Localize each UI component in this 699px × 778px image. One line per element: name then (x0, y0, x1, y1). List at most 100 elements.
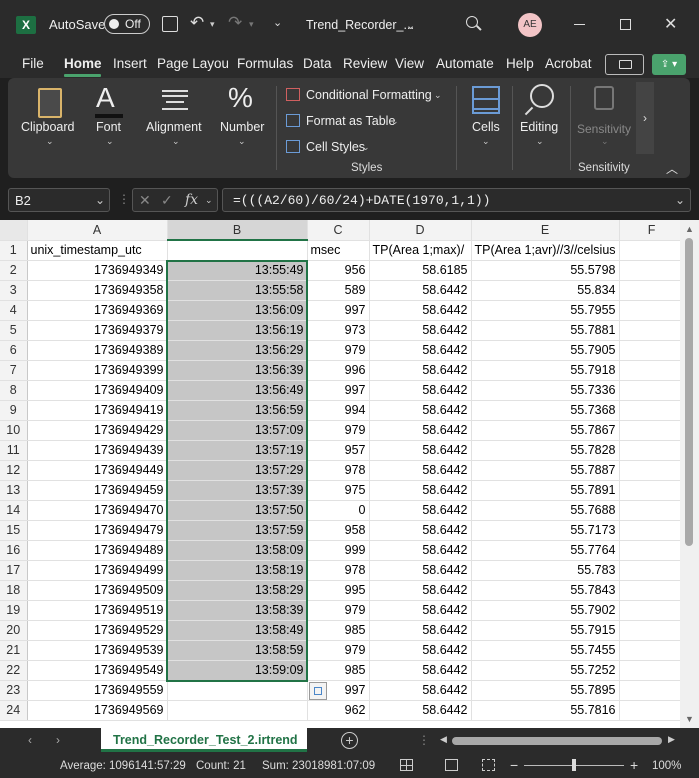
cell[interactable]: 13:57:39 (167, 480, 308, 501)
cell[interactable]: 55.7887 (471, 460, 620, 481)
row-header[interactable]: 23 (0, 680, 28, 701)
cell[interactable]: 1736949419 (27, 400, 168, 421)
cell[interactable]: 979 (307, 340, 370, 361)
number-group[interactable]: % Number ⌄ (214, 78, 270, 178)
new-sheet-icon[interactable]: + (341, 732, 358, 749)
alignment-group[interactable]: Alignment ⌄ (142, 78, 208, 178)
cell[interactable]: 1736949369 (27, 300, 168, 321)
close-icon[interactable]: ✕ (664, 14, 677, 34)
cell[interactable]: 58.6442 (369, 580, 472, 601)
cell[interactable]: 13:56:59 (167, 400, 308, 421)
scroll-down-icon[interactable]: ▼ (685, 714, 694, 724)
cell[interactable]: 1736949449 (27, 460, 168, 481)
autosave-toggle[interactable]: Off (104, 14, 150, 34)
row-header[interactable]: 6 (0, 340, 28, 361)
cell[interactable]: 1736949389 (27, 340, 168, 361)
vertical-scroll-thumb[interactable] (685, 238, 693, 546)
tab-help[interactable]: Help (506, 56, 534, 71)
cell[interactable]: 55.7891 (471, 480, 620, 501)
horizontal-scroll-thumb[interactable] (452, 737, 662, 745)
cell[interactable]: 13:56:29 (167, 340, 308, 361)
cell[interactable]: 13:56:39 (167, 360, 308, 381)
undo-dropdown-icon[interactable]: ▾ (210, 19, 215, 30)
cell[interactable]: 958 (307, 520, 370, 541)
avatar[interactable]: AE (518, 13, 542, 37)
cell[interactable] (619, 480, 685, 501)
cell[interactable]: 994 (307, 400, 370, 421)
cell[interactable]: 55.5798 (471, 260, 620, 281)
cell[interactable]: 979 (307, 600, 370, 621)
cell[interactable]: 13:58:59 (167, 640, 308, 661)
tab-formulas[interactable]: Formulas (237, 56, 293, 71)
cell[interactable] (619, 560, 685, 581)
zoom-out-icon[interactable]: − (510, 757, 518, 773)
cell[interactable]: 58.6442 (369, 640, 472, 661)
insert-function-icon[interactable]: fx (185, 192, 198, 208)
formula-input[interactable]: =(((A2/60)/60/24)+DATE(1970,1,1)) ⌄ (222, 188, 691, 212)
row-header[interactable]: 10 (0, 420, 28, 441)
row-header[interactable]: 19 (0, 600, 28, 621)
column-header-f[interactable]: F (619, 220, 685, 241)
cell[interactable] (619, 580, 685, 601)
cell[interactable]: 13:57:59 (167, 520, 308, 541)
cell[interactable]: 1736949479 (27, 520, 168, 541)
row-header[interactable]: 13 (0, 480, 28, 501)
cell[interactable]: 1736949349 (27, 260, 168, 281)
cell[interactable]: 58.6442 (369, 620, 472, 641)
prev-sheet-icon[interactable]: ‹ (28, 733, 32, 747)
row-header[interactable]: 22 (0, 660, 28, 681)
cell[interactable]: 1736949519 (27, 600, 168, 621)
cell[interactable]: 1736949439 (27, 440, 168, 461)
tab-page-layout[interactable]: Page Layout (157, 56, 228, 71)
cell[interactable]: 55.7955 (471, 300, 620, 321)
cell[interactable]: 55.7828 (471, 440, 620, 461)
cell[interactable]: 58.6442 (369, 420, 472, 441)
cell[interactable]: 1736949470 (27, 500, 168, 521)
cell[interactable]: 1736949559 (27, 680, 168, 701)
share-button[interactable]: ⇪ ▾ (652, 54, 686, 75)
normal-view-icon[interactable] (400, 759, 413, 771)
redo-icon[interactable]: ↷ (228, 13, 242, 33)
cell[interactable]: 58.6185 (369, 260, 472, 281)
cell[interactable]: 55.7688 (471, 500, 620, 521)
customize-qat-icon[interactable]: ⌄ (273, 16, 282, 29)
tab-acrobat[interactable]: Acrobat (545, 56, 592, 71)
tab-automate[interactable]: Automate (436, 56, 494, 71)
row-header[interactable]: 15 (0, 520, 28, 541)
row-header[interactable]: 18 (0, 580, 28, 601)
cell[interactable] (619, 320, 685, 341)
select-all-corner[interactable] (0, 220, 28, 241)
row-header[interactable]: 8 (0, 380, 28, 401)
cell[interactable]: 979 (307, 640, 370, 661)
row-header[interactable]: 3 (0, 280, 28, 301)
cell[interactable] (167, 240, 308, 261)
cell[interactable] (619, 420, 685, 441)
cell[interactable]: 58.6442 (369, 380, 472, 401)
cell[interactable]: 975 (307, 480, 370, 501)
row-header[interactable]: 14 (0, 500, 28, 521)
cell[interactable]: 55.7336 (471, 380, 620, 401)
cell[interactable] (619, 400, 685, 421)
cell[interactable]: 55.7368 (471, 400, 620, 421)
cell[interactable]: 13:57:50 (167, 500, 308, 521)
cell[interactable] (167, 680, 308, 701)
cell[interactable]: 58.6442 (369, 480, 472, 501)
cell[interactable]: 55.7173 (471, 520, 620, 541)
cell[interactable]: 957 (307, 440, 370, 461)
cell[interactable]: 1736949569 (27, 700, 168, 721)
cell[interactable]: 1736949529 (27, 620, 168, 641)
row-header[interactable]: 4 (0, 300, 28, 321)
cell[interactable]: 58.6442 (369, 500, 472, 521)
cell[interactable]: 997 (307, 300, 370, 321)
title-dropdown-icon[interactable]: ⌄ (406, 19, 415, 32)
cell[interactable]: 55.834 (471, 280, 620, 301)
cell[interactable]: 55.7905 (471, 340, 620, 361)
cell[interactable]: 58.6442 (369, 680, 472, 701)
cell-styles-button[interactable]: Cell Styles ⌄ (286, 138, 376, 158)
cell[interactable]: 962 (307, 700, 370, 721)
comments-button[interactable] (605, 54, 644, 75)
cell[interactable]: unix_timestamp_utc (27, 240, 168, 261)
cell[interactable]: 1736949358 (27, 280, 168, 301)
scroll-up-icon[interactable]: ▲ (685, 224, 694, 234)
cell[interactable]: 13:58:09 (167, 540, 308, 561)
